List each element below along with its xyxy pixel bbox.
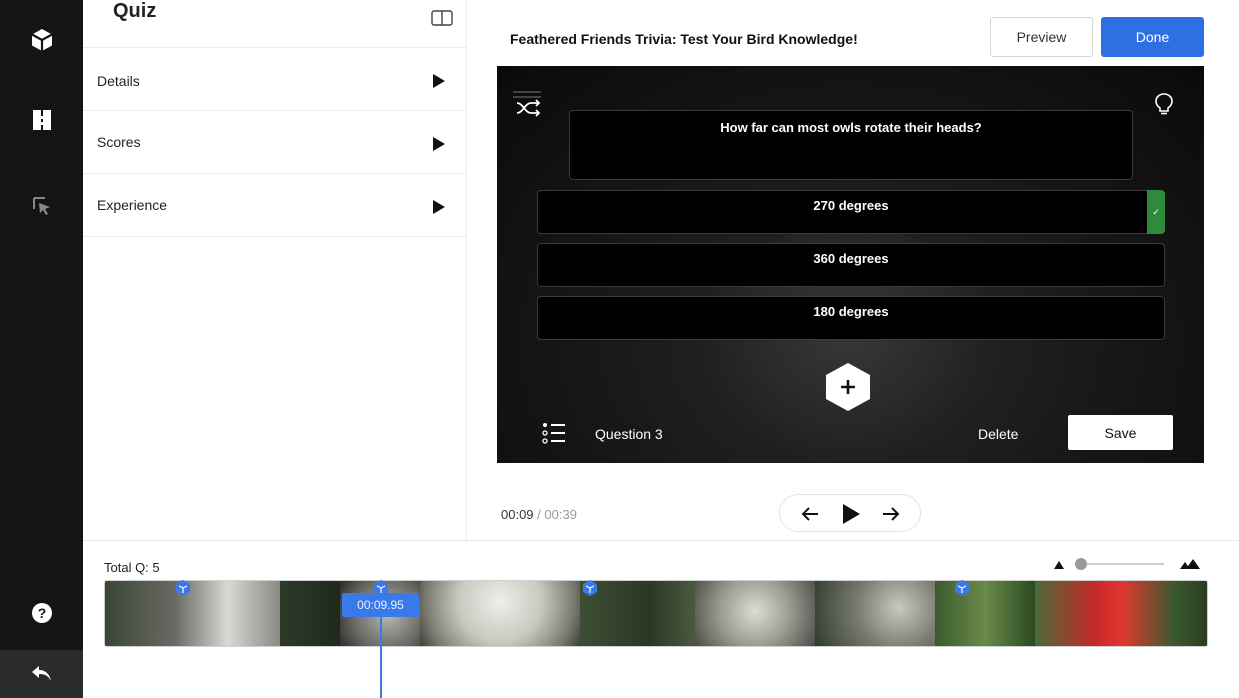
accordion-label: Experience	[97, 197, 168, 213]
playback-controls	[779, 494, 921, 532]
accordion-label: Details	[97, 73, 140, 89]
correct-check-icon[interactable]: ✓	[1147, 190, 1165, 234]
hint-bulb-icon[interactable]	[1154, 92, 1174, 116]
video-thumbnail	[105, 581, 280, 646]
side-panel-header: Quiz	[83, 0, 467, 48]
expand-arrow-icon	[433, 200, 445, 214]
question-marker-icon[interactable]	[953, 579, 971, 597]
answer-text: 180 degrees	[813, 304, 889, 319]
shuffle-icon[interactable]	[511, 86, 543, 118]
video-thumbnail	[280, 581, 340, 646]
question-list-icon[interactable]	[541, 420, 567, 446]
svg-text:?: ?	[37, 605, 46, 621]
back-arrow-icon[interactable]	[800, 505, 820, 523]
total-questions-label: Total Q: 5	[104, 560, 160, 575]
panel-toggle-icon[interactable]	[431, 10, 453, 31]
owl-eyes-decoration	[135, 601, 175, 631]
question-number-label: Question 3	[595, 426, 663, 442]
add-answer-button[interactable]	[823, 362, 873, 412]
answer-text: 360 degrees	[813, 251, 889, 266]
video-thumbnail	[815, 581, 935, 646]
video-thumbnail	[1035, 581, 1207, 646]
undo-icon	[31, 666, 51, 681]
timeline-filmstrip[interactable]	[104, 580, 1208, 647]
play-icon[interactable]	[841, 503, 861, 525]
forward-arrow-icon[interactable]	[881, 505, 901, 523]
accordion-details[interactable]: Details	[83, 49, 467, 111]
answer-option[interactable]: 180 degrees	[537, 296, 1165, 340]
current-time: 00:09	[501, 507, 534, 522]
answer-text: 270 degrees	[813, 198, 889, 213]
playhead[interactable]	[380, 617, 382, 698]
video-thumbnail	[935, 581, 1035, 646]
accordion-experience[interactable]: Experience	[83, 175, 467, 237]
cursor-select-icon[interactable]	[0, 182, 83, 232]
preview-button[interactable]: Preview	[990, 17, 1093, 57]
done-button[interactable]: Done	[1101, 17, 1204, 57]
video-thumbnail	[420, 581, 580, 646]
answer-option[interactable]: 360 degrees	[537, 243, 1165, 287]
question-marker-icon[interactable]	[581, 579, 599, 597]
side-panel-title: Quiz	[113, 0, 157, 22]
help-icon[interactable]: ?	[0, 588, 83, 638]
answer-option[interactable]: 270 degrees ✓	[537, 190, 1165, 234]
undo-button[interactable]	[0, 650, 83, 698]
playhead-time-tag: 00:09.95	[342, 593, 419, 617]
expand-arrow-icon	[433, 74, 445, 88]
video-stage: How far can most owls rotate their heads…	[497, 66, 1204, 463]
cube-icon[interactable]	[0, 15, 83, 65]
total-time: 00:39	[544, 507, 577, 522]
time-separator: /	[537, 507, 541, 522]
quiz-side-panel: Quiz Details Scores Experience	[83, 0, 467, 540]
question-text-box[interactable]: How far can most owls rotate their heads…	[569, 110, 1133, 180]
accordion-scores[interactable]: Scores	[83, 112, 467, 174]
zoom-slider[interactable]	[1052, 556, 1204, 572]
video-thumbnail	[695, 581, 815, 646]
accordion-label: Scores	[97, 134, 141, 150]
chapters-icon[interactable]	[0, 95, 83, 145]
save-button[interactable]: Save	[1068, 415, 1173, 450]
app-rail: ?	[0, 0, 83, 698]
expand-arrow-icon	[433, 137, 445, 151]
delete-button[interactable]: Delete	[978, 426, 1018, 442]
question-marker-icon[interactable]	[174, 579, 192, 597]
video-title: Feathered Friends Trivia: Test Your Bird…	[510, 31, 858, 47]
time-readout: 00:09 / 00:39	[501, 507, 577, 522]
